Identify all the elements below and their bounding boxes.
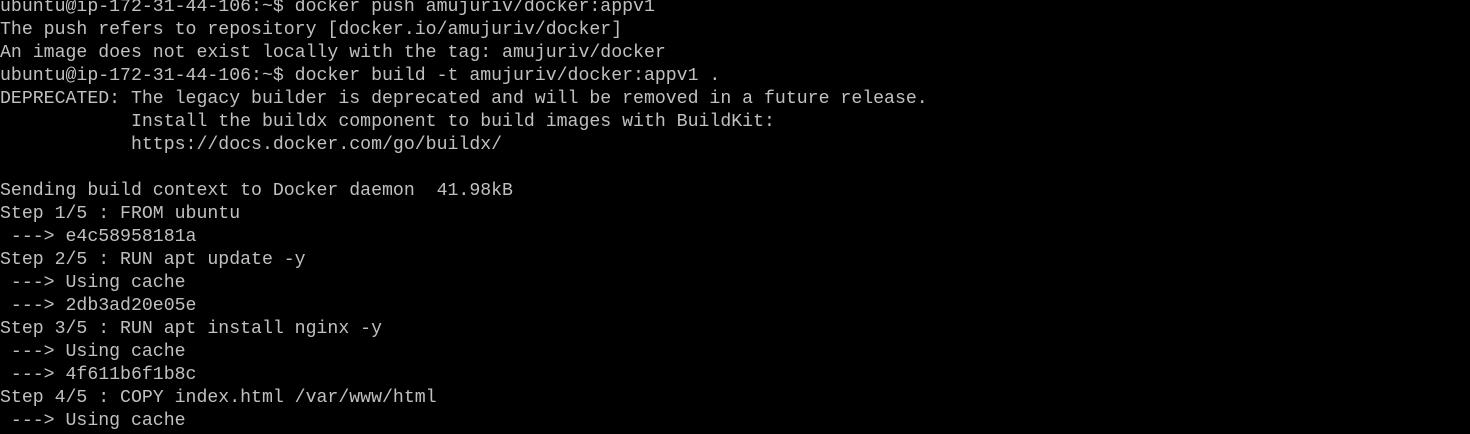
terminal-line: An image does not exist locally with the… (0, 43, 666, 63)
terminal-line: Install the buildx component to build im… (0, 112, 775, 132)
terminal-line: The push refers to repository [docker.io… (0, 20, 623, 40)
terminal-line: Step 4/5 : COPY index.html /var/www/html (0, 388, 437, 408)
terminal-line: Step 3/5 : RUN apt install nginx -y (0, 319, 382, 339)
terminal-line: https://docs.docker.com/go/buildx/ (0, 135, 503, 155)
terminal-line: ---> 2db3ad20e05e (0, 296, 197, 316)
terminal-output[interactable]: ubuntu@ip-172-31-44-106:~$ docker push a… (0, 0, 1470, 434)
terminal-line: ubuntu@ip-172-31-44-106:~$ docker build … (0, 66, 721, 86)
terminal-line: ubuntu@ip-172-31-44-106:~$ docker push a… (0, 0, 655, 17)
terminal-line: ---> 4f611b6f1b8c (0, 365, 197, 385)
terminal-line: ---> Using cache (0, 342, 186, 362)
terminal-line: Step 1/5 : FROM ubuntu (0, 204, 241, 224)
terminal-line: ---> Using cache (0, 411, 186, 431)
terminal-line: DEPRECATED: The legacy builder is deprec… (0, 89, 928, 109)
terminal-line: ---> Using cache (0, 273, 186, 293)
terminal-line: ---> e4c58958181a (0, 227, 197, 247)
terminal-line: Sending build context to Docker daemon 4… (0, 181, 513, 201)
terminal-line: Step 2/5 : RUN apt update -y (0, 250, 306, 270)
